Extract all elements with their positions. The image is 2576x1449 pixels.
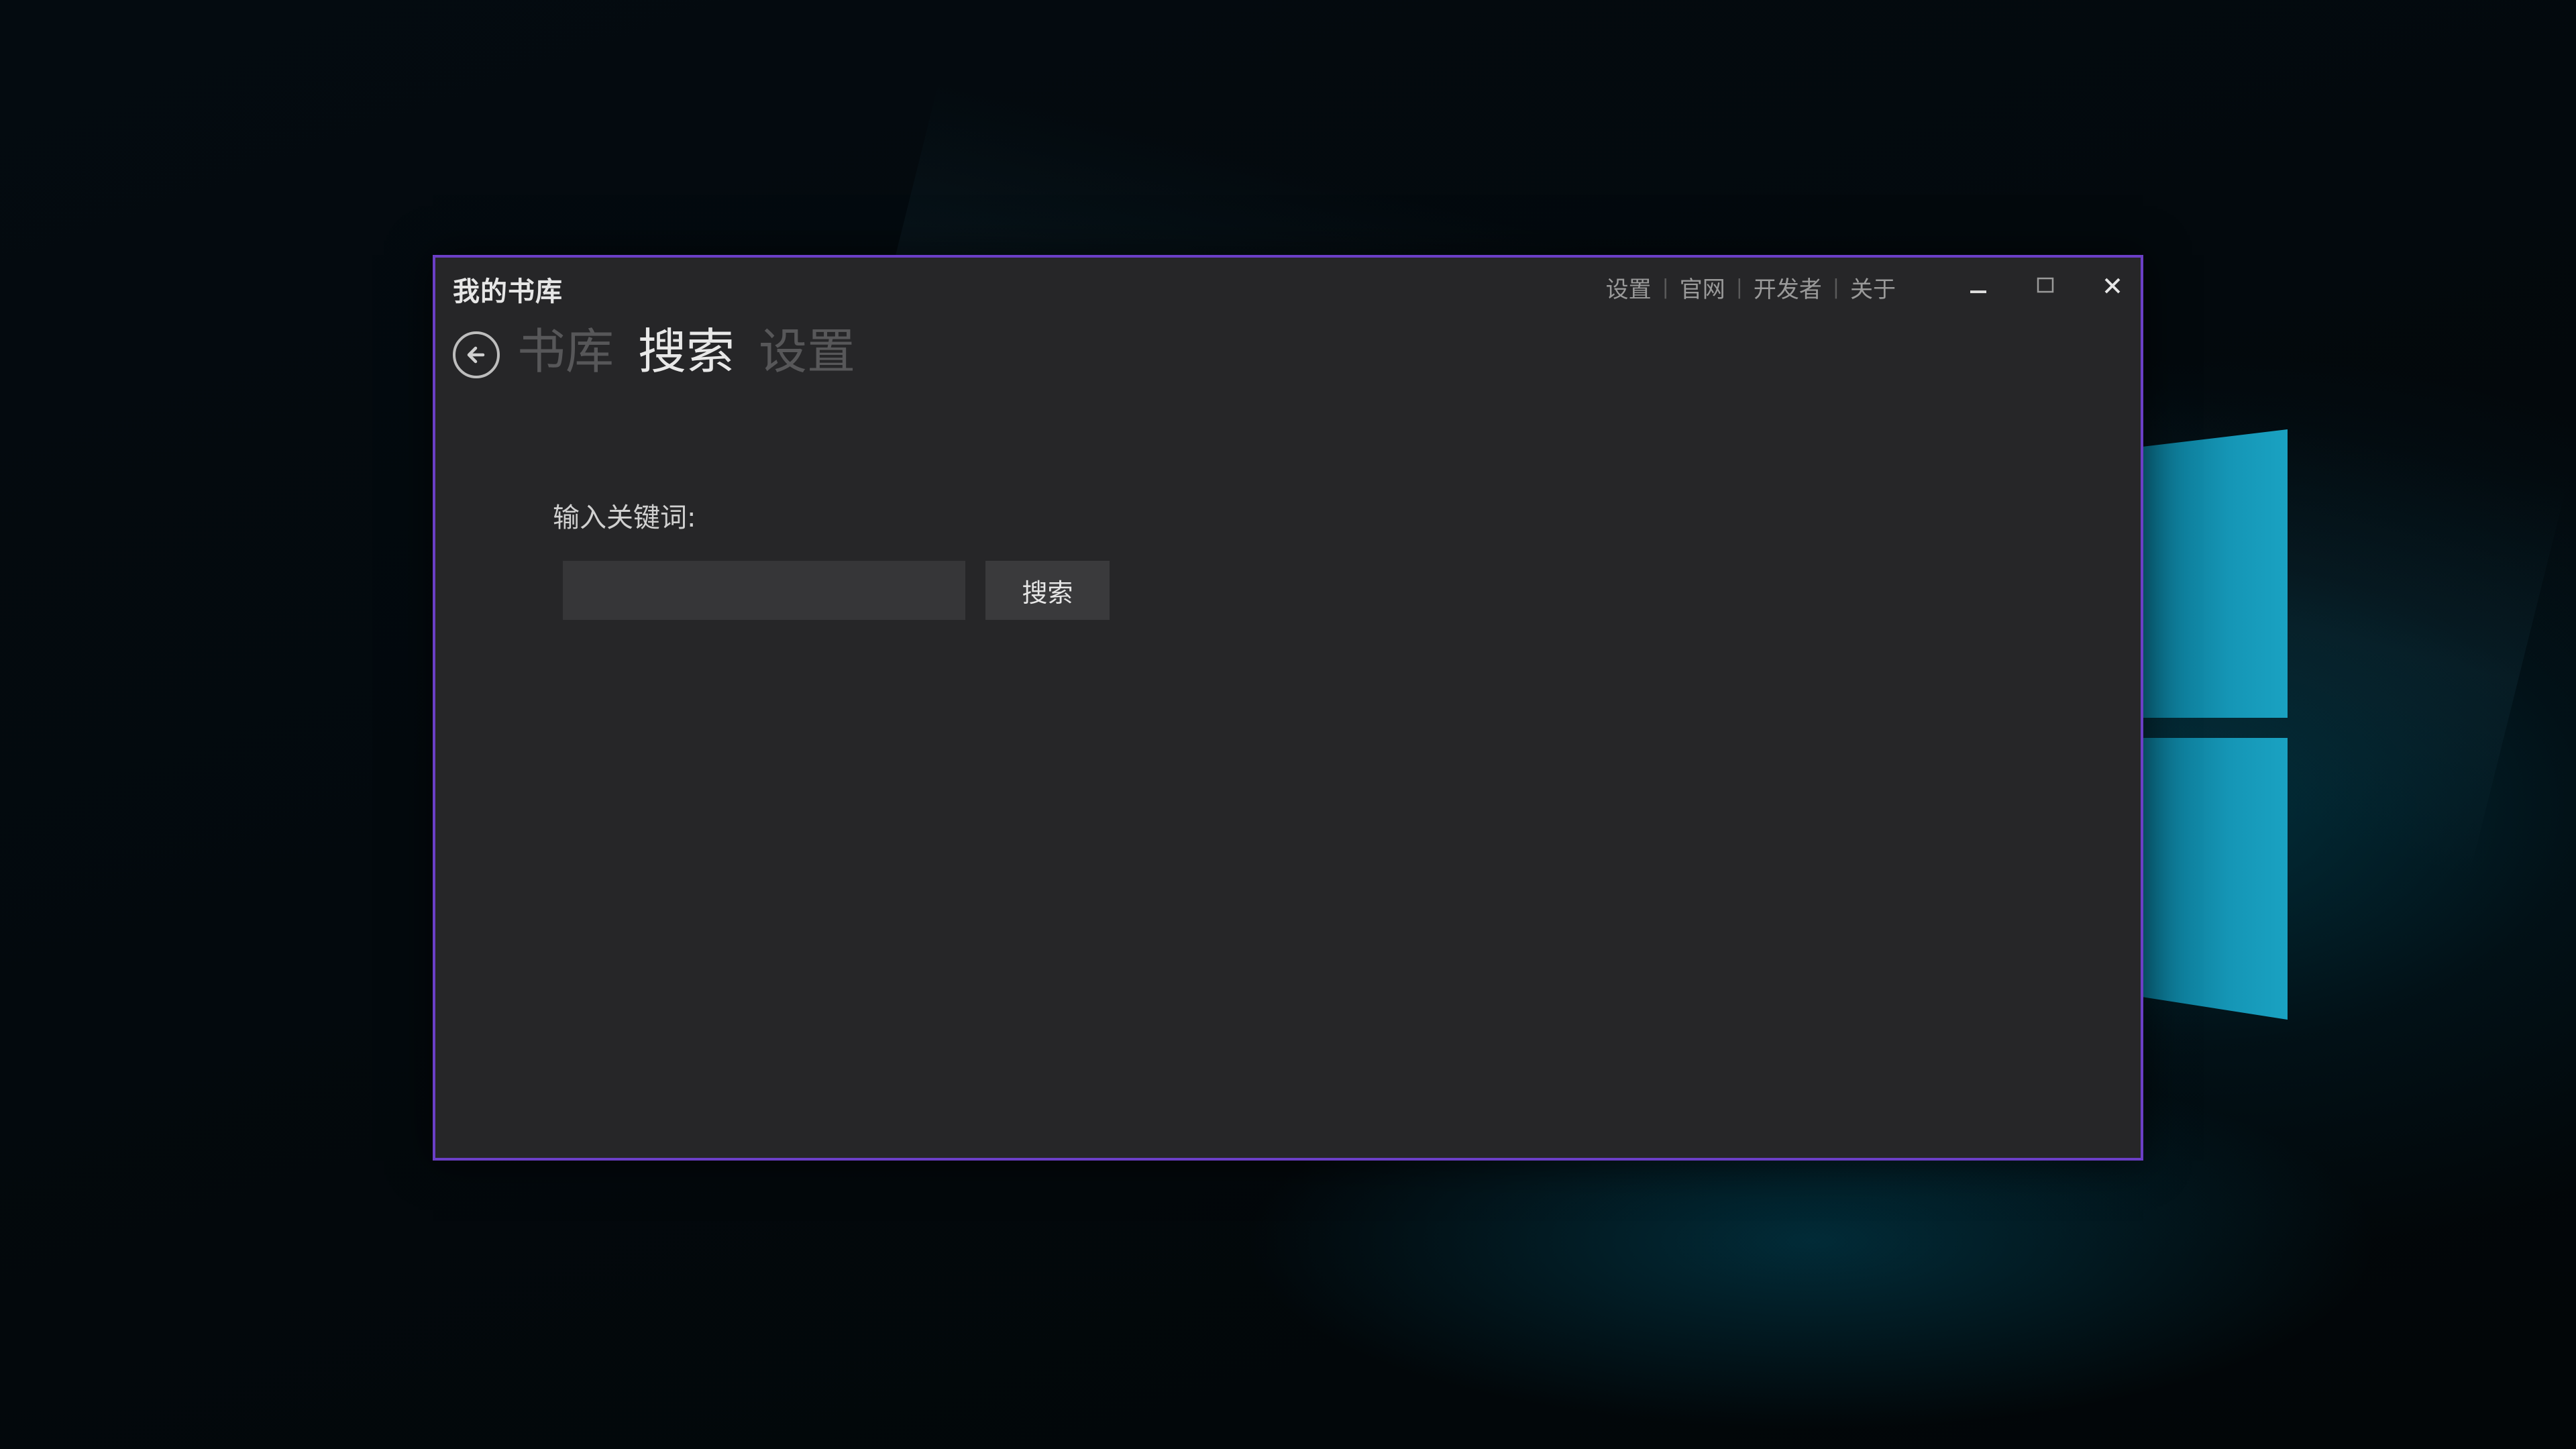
- search-button[interactable]: 搜索: [985, 561, 1110, 620]
- windows-logo-pane-bottom: [2143, 738, 2288, 1020]
- top-link-about[interactable]: 关于: [1850, 271, 1896, 304]
- window-title: 我的书库: [453, 276, 563, 307]
- back-button[interactable]: [453, 331, 500, 378]
- top-link-separator: |: [1832, 276, 1839, 299]
- navigation-bar: 书库 搜索 设置: [453, 325, 879, 378]
- tab-library[interactable]: 书库: [517, 327, 614, 376]
- maximize-button[interactable]: [2031, 271, 2060, 301]
- minimize-icon: [1970, 290, 1986, 293]
- search-input[interactable]: [563, 561, 965, 620]
- windows-logo-pane-top: [2143, 429, 2288, 718]
- top-link-settings[interactable]: 设置: [1606, 271, 1652, 304]
- top-links: 设置 | 官网 | 开发者 | 关于: [1606, 271, 1896, 304]
- keyword-label: 输入关键词:: [553, 502, 696, 533]
- app-window: 我的书库 设置 | 官网 | 开发者 | 关于 书库 搜索 设置 输入关键词: …: [433, 255, 2143, 1161]
- minimize-button[interactable]: [1964, 271, 1993, 301]
- tab-settings[interactable]: 设置: [759, 327, 855, 376]
- arrow-left-circle-icon: [467, 346, 485, 364]
- maximize-icon: [2037, 277, 2054, 293]
- top-link-separator: |: [1735, 276, 1743, 299]
- top-link-website[interactable]: 官网: [1680, 271, 1725, 304]
- close-button[interactable]: [2098, 271, 2127, 301]
- tab-search[interactable]: 搜索: [638, 327, 735, 376]
- top-link-developer[interactable]: 开发者: [1754, 271, 1822, 304]
- close-icon: [2104, 278, 2121, 294]
- top-link-separator: |: [1662, 276, 1669, 299]
